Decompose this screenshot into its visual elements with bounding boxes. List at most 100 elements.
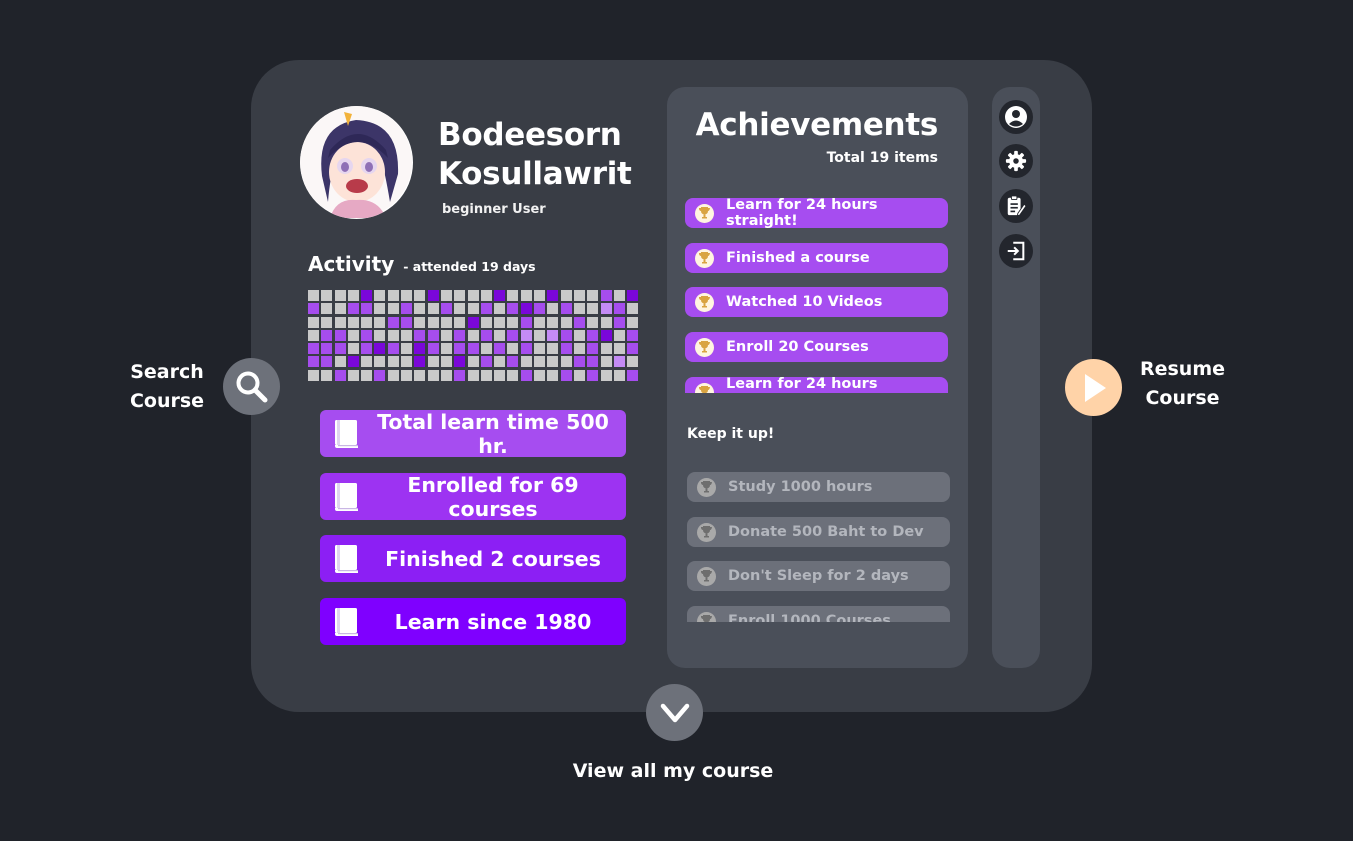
achievement-item: Finished a course bbox=[685, 243, 948, 273]
activity-day-cell bbox=[361, 369, 373, 381]
achievements-total: Total 19 items bbox=[826, 150, 938, 166]
activity-day-cell bbox=[520, 369, 532, 381]
activity-day-cell bbox=[347, 329, 359, 341]
achievement-item: Learn for 24 hours straight! bbox=[685, 376, 948, 393]
search-course-button[interactable] bbox=[223, 358, 280, 415]
activity-day-cell bbox=[494, 290, 506, 301]
activity-day-cell bbox=[361, 290, 373, 301]
activity-day-cell bbox=[387, 343, 399, 355]
activity-day-cell bbox=[560, 343, 572, 355]
activity-day-cell bbox=[454, 356, 466, 368]
trophy-icon bbox=[697, 611, 716, 622]
activity-day-cell bbox=[520, 356, 532, 368]
activity-day-cell bbox=[454, 290, 466, 301]
stat-label: Total learn time 500 hr. bbox=[377, 409, 609, 458]
activity-day-cell bbox=[480, 316, 492, 328]
stat-label: Enrolled for 69 courses bbox=[407, 472, 579, 521]
activity-day-cell bbox=[520, 303, 532, 315]
achievement-label: Donate 500 Baht to Dev bbox=[728, 524, 924, 540]
activity-day-cell bbox=[480, 369, 492, 381]
activity-day-cell bbox=[480, 356, 492, 368]
activity-day-cell bbox=[440, 303, 452, 315]
locked-achievement-item: Enroll 1000 Courses bbox=[687, 606, 950, 622]
activity-day-cell bbox=[600, 356, 612, 368]
activity-day-cell bbox=[401, 369, 413, 381]
activity-day-cell bbox=[534, 343, 546, 355]
activity-day-cell bbox=[347, 356, 359, 368]
activity-day-cell bbox=[467, 343, 479, 355]
activity-day-cell bbox=[600, 303, 612, 315]
activity-day-cell bbox=[374, 343, 386, 355]
activity-day-cell bbox=[507, 303, 519, 315]
activity-day-cell bbox=[560, 329, 572, 341]
achievement-label: Enroll 20 Courses bbox=[726, 339, 869, 355]
stat-learn-since: Learn since 1980 bbox=[320, 598, 626, 645]
book-icon bbox=[334, 607, 361, 637]
activity-day-cell bbox=[534, 356, 546, 368]
activity-day-cell bbox=[494, 316, 506, 328]
activity-day-cell bbox=[534, 329, 546, 341]
activity-day-cell bbox=[494, 303, 506, 315]
activity-day-cell bbox=[321, 369, 333, 381]
activity-day-cell bbox=[613, 316, 625, 328]
activity-day-cell bbox=[494, 369, 506, 381]
activity-day-cell bbox=[347, 369, 359, 381]
activity-day-cell bbox=[414, 369, 426, 381]
activity-day-cell bbox=[401, 343, 413, 355]
activity-day-cell bbox=[507, 343, 519, 355]
activity-day-cell bbox=[613, 329, 625, 341]
activity-day-cell bbox=[347, 303, 359, 315]
activity-day-cell bbox=[334, 316, 346, 328]
activity-day-cell bbox=[547, 356, 559, 368]
activity-day-cell bbox=[387, 369, 399, 381]
activity-day-cell bbox=[361, 316, 373, 328]
activity-day-cell bbox=[440, 343, 452, 355]
activity-day-cell bbox=[427, 303, 439, 315]
activity-day-cell bbox=[467, 290, 479, 301]
keep-it-up-label: Keep it up! bbox=[687, 426, 775, 442]
user-avatar[interactable] bbox=[300, 106, 413, 219]
activity-day-cell bbox=[454, 316, 466, 328]
activity-day-cell bbox=[387, 316, 399, 328]
achievements-title: Achievements bbox=[695, 107, 939, 143]
play-icon bbox=[1084, 373, 1106, 402]
activity-day-cell bbox=[334, 290, 346, 301]
settings-button[interactable] bbox=[999, 144, 1033, 178]
resume-course-button[interactable] bbox=[1065, 359, 1122, 416]
earned-achievements-list[interactable]: Learn for 24 hours straight! Finished a … bbox=[685, 198, 950, 393]
logout-icon bbox=[1007, 241, 1025, 261]
resume-label-line2: Course bbox=[1145, 387, 1220, 409]
stat-total-learn-time: Total learn time 500 hr. bbox=[320, 409, 626, 458]
view-all-courses-button[interactable] bbox=[646, 684, 703, 741]
logout-button[interactable] bbox=[999, 234, 1033, 268]
activity-day-cell bbox=[401, 329, 413, 341]
activity-day-cell bbox=[613, 343, 625, 355]
book-icon bbox=[334, 482, 361, 512]
activity-day-cell bbox=[534, 303, 546, 315]
activity-day-cell bbox=[480, 303, 492, 315]
activity-day-cell bbox=[507, 290, 519, 301]
achievement-label: Watched 10 Videos bbox=[726, 294, 883, 310]
activity-day-cell bbox=[547, 369, 559, 381]
account-button[interactable] bbox=[999, 100, 1033, 134]
activity-day-cell bbox=[308, 369, 319, 381]
activity-day-cell bbox=[440, 290, 452, 301]
locked-achievements-list[interactable]: Study 1000 hours Donate 500 Baht to Dev … bbox=[687, 472, 952, 622]
activity-day-cell bbox=[347, 343, 359, 355]
stat-label: Learn since 1980 bbox=[394, 609, 592, 634]
search-course-label: Search Course bbox=[122, 358, 212, 416]
activity-day-cell bbox=[560, 303, 572, 315]
activity-day-cell bbox=[387, 356, 399, 368]
activity-day-cell bbox=[427, 329, 439, 341]
activity-day-cell bbox=[560, 290, 572, 301]
activity-day-cell bbox=[361, 343, 373, 355]
view-all-courses-label[interactable]: View all my course bbox=[560, 760, 786, 782]
resume-course-label: Resume Course bbox=[1135, 355, 1230, 413]
stat-label: Finished 2 courses bbox=[385, 546, 601, 571]
activity-day-cell bbox=[308, 290, 319, 301]
activity-day-cell bbox=[414, 329, 426, 341]
activity-day-cell bbox=[440, 329, 452, 341]
notes-button[interactable] bbox=[999, 189, 1033, 223]
activity-day-cell bbox=[480, 329, 492, 341]
resume-label-line1: Resume bbox=[1139, 358, 1226, 380]
